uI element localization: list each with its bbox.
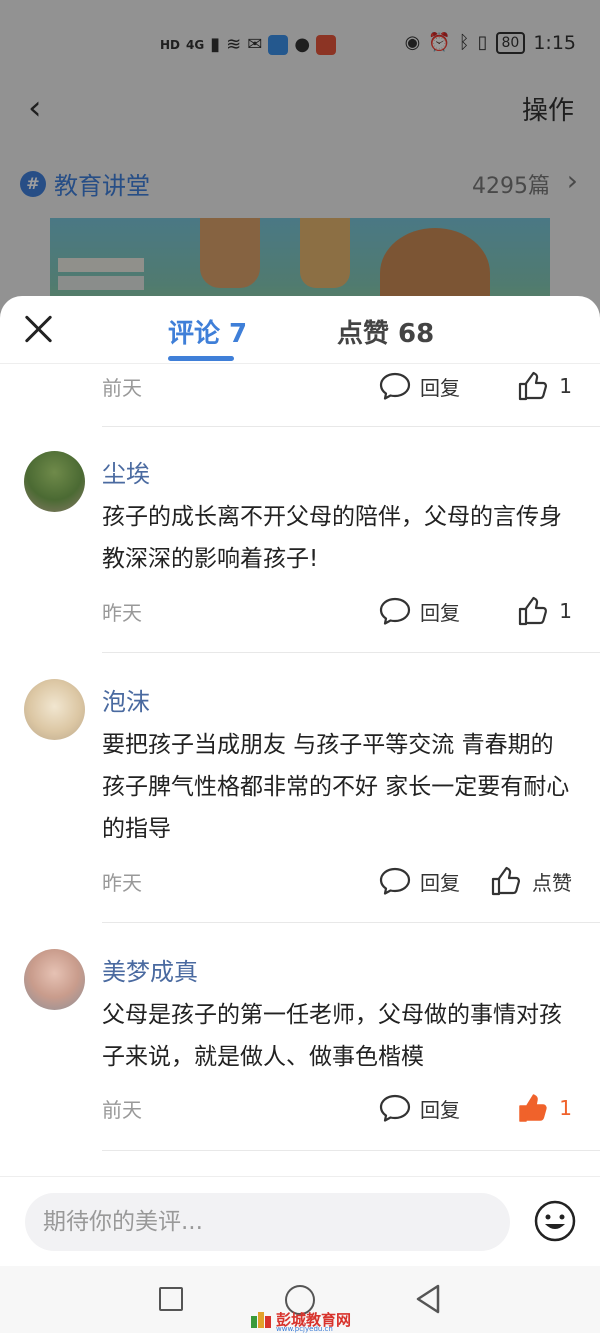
reply-label: 回复 xyxy=(420,1097,460,1122)
comment-bubble-icon xyxy=(379,867,411,895)
reply-label: 回复 xyxy=(420,600,460,625)
thumbs-up-icon xyxy=(519,596,548,626)
active-tab-indicator xyxy=(168,356,234,361)
comment-meta: 前天 回复 1 xyxy=(102,1090,582,1126)
like-button[interactable]: 点赞 xyxy=(490,863,572,899)
comment-time: 前天 xyxy=(102,376,142,400)
tab-likes[interactable]: 点赞 68 xyxy=(337,313,434,350)
divider xyxy=(102,652,600,653)
like-button[interactable]: 1 xyxy=(517,368,572,404)
divider xyxy=(102,1150,600,1151)
comment-time: 前天 xyxy=(102,1098,142,1122)
system-nav-bar: 彭城教育网 www.pcjyedu.cn xyxy=(0,1266,600,1333)
comment-text: 父母是孩子的第一任老师，父母做的事情对孩子来说，就是做人、做事色楷模 xyxy=(102,1002,562,1070)
comment-bubble-icon xyxy=(379,597,411,625)
thumbs-up-icon xyxy=(519,371,548,401)
like-button[interactable]: 1 xyxy=(517,593,572,629)
comment-time: 昨天 xyxy=(102,601,142,625)
modal-scrim[interactable] xyxy=(0,0,600,330)
close-icon[interactable] xyxy=(22,312,56,346)
background-page: HD 4G ▮ ≋ ✉ ● ◉ ⏰ ᛒ ▯ 80 1:15 ‹ 操作 # 教育讲… xyxy=(0,0,600,330)
like-count: 1 xyxy=(559,599,572,623)
reply-label: 回复 xyxy=(420,375,460,400)
reply-button[interactable]: 回复 xyxy=(378,863,460,899)
comment-username[interactable]: 尘埃 xyxy=(102,454,150,489)
comment-input[interactable]: 期待你的美评... xyxy=(25,1193,510,1251)
back-triangle-icon[interactable] xyxy=(414,1283,442,1315)
like-button[interactable]: 1 xyxy=(517,1090,572,1126)
emoji-icon[interactable] xyxy=(533,1199,577,1243)
reply-button[interactable]: 回复 xyxy=(378,1090,460,1126)
comment-meta: 前天 回复 1 xyxy=(102,368,582,404)
thumbs-up-filled-icon xyxy=(519,1094,547,1122)
avatar[interactable] xyxy=(24,451,85,512)
comment-meta: 昨天 回复 1 xyxy=(102,593,582,629)
like-count: 1 xyxy=(559,374,572,398)
divider xyxy=(102,922,600,923)
reply-button[interactable]: 回复 xyxy=(378,593,460,629)
like-label: 点赞 xyxy=(532,870,572,895)
comment-username[interactable]: 泡沫 xyxy=(102,682,150,717)
reply-label: 回复 xyxy=(420,870,460,895)
thumbs-up-icon xyxy=(491,866,521,896)
avatar[interactable] xyxy=(24,949,85,1010)
like-count: 1 xyxy=(559,1096,572,1120)
tab-comments[interactable]: 评论 7 xyxy=(168,313,247,350)
comments-sheet: 评论 7 点赞 68 前天 回复 1 尘埃 孩子的成长离不开父母的陪伴，父母的言… xyxy=(0,296,600,1333)
reply-button[interactable]: 回复 xyxy=(378,368,460,404)
watermark: 彭城教育网 www.pcjyedu.cn xyxy=(250,1308,354,1333)
comment-input-bar: 期待你的美评... xyxy=(0,1176,600,1266)
recent-apps-icon[interactable] xyxy=(159,1287,183,1311)
watermark-url: www.pcjyedu.cn xyxy=(276,1325,333,1333)
comment-bubble-icon xyxy=(379,1094,411,1122)
comment-username[interactable]: 美梦成真 xyxy=(102,952,198,987)
watermark-logo-icon xyxy=(251,1312,271,1328)
comment-bubble-icon xyxy=(379,372,411,400)
sheet-header: 评论 7 点赞 68 xyxy=(0,296,600,364)
comment-meta: 昨天 回复 点赞 xyxy=(102,863,582,899)
divider xyxy=(102,426,600,427)
comment-text: 要把孩子当成朋友 与孩子平等交流 青春期的孩子脾气性格都非常的不好 家长一定要有… xyxy=(102,732,570,842)
comment-time: 昨天 xyxy=(102,871,142,895)
avatar[interactable] xyxy=(24,679,85,740)
comment-text: 孩子的成长离不开父母的陪伴，父母的言传身教深深的影响着孩子! xyxy=(102,504,562,572)
